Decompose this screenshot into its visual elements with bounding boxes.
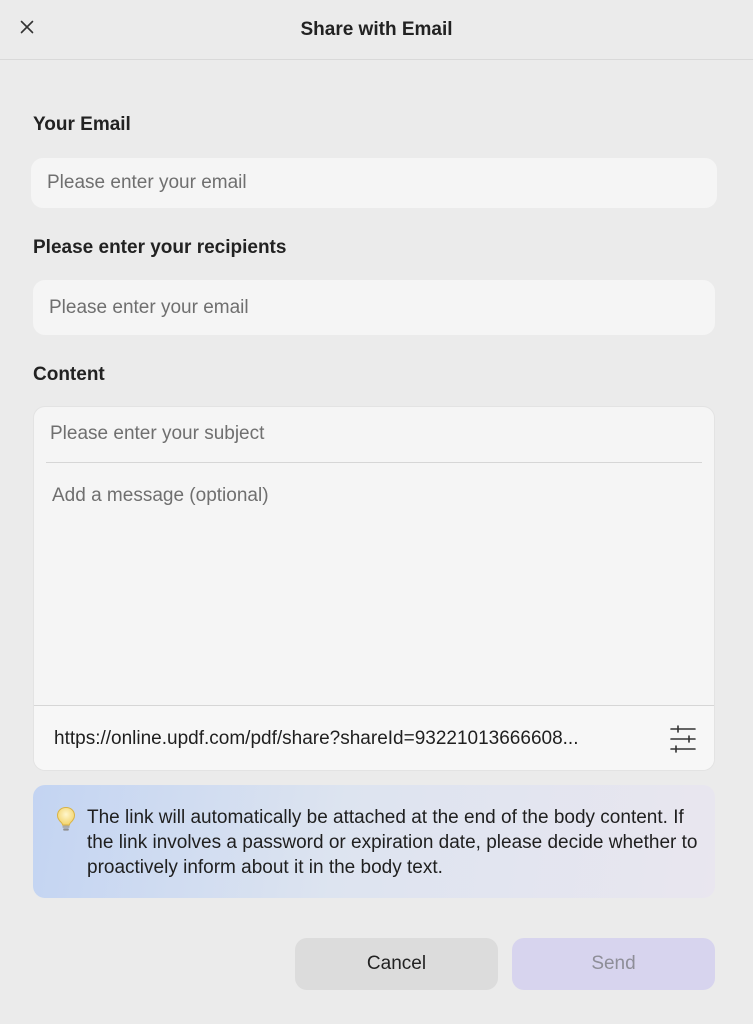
- close-icon: [20, 20, 34, 34]
- share-link-row: https://online.updf.com/pdf/share?shareI…: [34, 705, 714, 770]
- content-box: https://online.updf.com/pdf/share?shareI…: [33, 406, 715, 771]
- recipients-label: Please enter your recipients: [33, 237, 287, 258]
- close-button[interactable]: [14, 14, 40, 40]
- link-notice: The link will automatically be attached …: [33, 785, 715, 898]
- dialog-header: Share with Email: [0, 0, 753, 60]
- content-label: Content: [33, 364, 105, 385]
- notice-text: The link will automatically be attached …: [87, 807, 698, 878]
- link-settings-button[interactable]: [668, 723, 698, 755]
- subject-input[interactable]: [34, 407, 714, 461]
- sliders-icon: [670, 725, 696, 753]
- lightbulb-icon: [56, 806, 76, 831]
- send-button[interactable]: Send: [512, 938, 715, 990]
- message-textarea[interactable]: [34, 463, 714, 705]
- share-email-dialog: Share with Email Your Email Please enter…: [0, 0, 753, 1024]
- dialog-title: Share with Email: [300, 18, 453, 40]
- recipients-input[interactable]: [33, 280, 715, 335]
- your-email-input[interactable]: [31, 158, 717, 208]
- share-link-text: https://online.updf.com/pdf/share?shareI…: [54, 728, 579, 749]
- cancel-button[interactable]: Cancel: [295, 938, 498, 990]
- your-email-label: Your Email: [33, 114, 131, 135]
